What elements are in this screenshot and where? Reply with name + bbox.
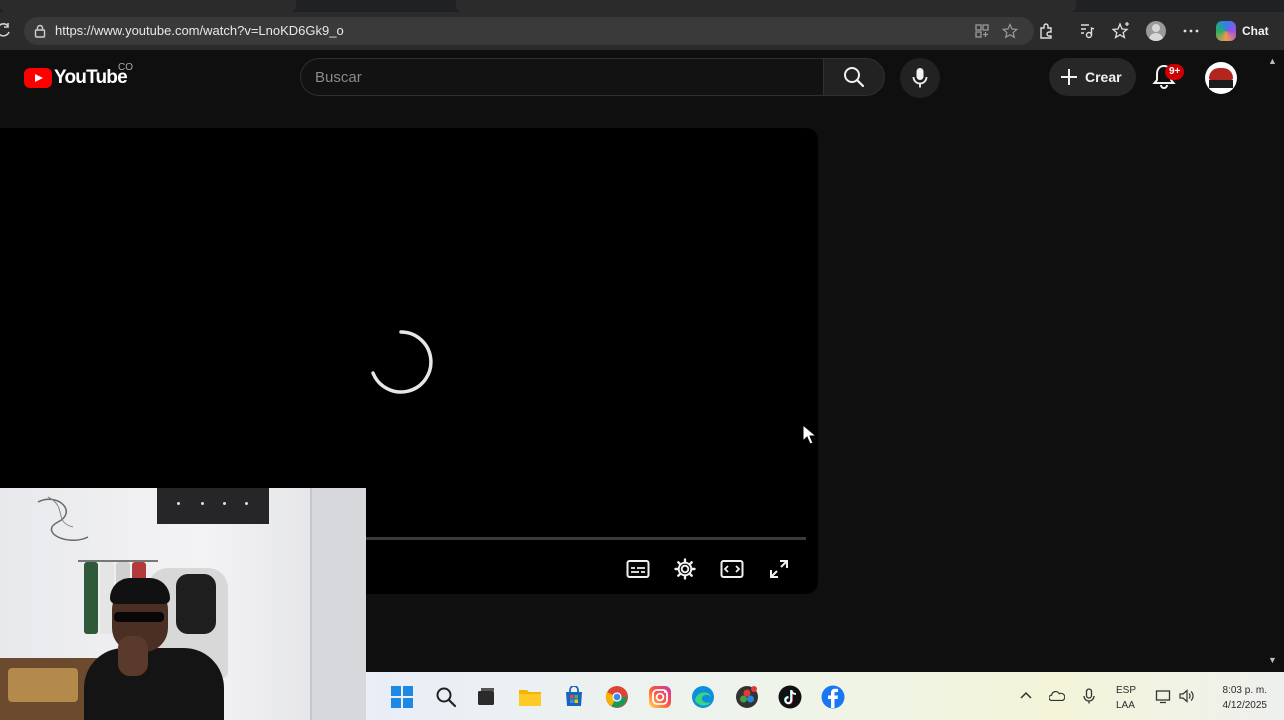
input-language[interactable]: ESP LAA — [1116, 683, 1136, 713]
search-icon[interactable] — [434, 685, 458, 709]
clock-time: 8:03 p. m. — [1222, 685, 1267, 696]
url-text[interactable]: https://www.youtube.com/watch?v=LnoKD6Gk… — [55, 23, 344, 38]
search-placeholder: Buscar — [315, 69, 362, 86]
youtube-header: YouTube CO Buscar Crear 9+ — [0, 50, 1284, 106]
youtube-play-icon — [24, 68, 52, 88]
browser-toolbar: https://www.youtube.com/watch?v=LnoKD6Gk… — [0, 12, 1284, 62]
system-clock[interactable]: 8:03 p. m. 4/12/2025 — [1207, 683, 1268, 713]
show-hidden-icons-chevron-icon[interactable] — [1018, 688, 1034, 704]
theater-mode-icon — [720, 560, 744, 578]
lock-icon[interactable] — [32, 23, 48, 39]
fullscreen-button[interactable] — [766, 556, 792, 582]
notification-badge: 9+ — [1165, 64, 1185, 80]
network-icon[interactable] — [1155, 688, 1171, 704]
video-progress-bar[interactable] — [366, 537, 806, 540]
copilot-icon — [1216, 21, 1236, 41]
mouse-cursor-icon — [802, 424, 818, 445]
favorites-icon[interactable] — [1111, 21, 1131, 41]
reload-icon[interactable] — [0, 22, 12, 38]
volume-icon[interactable] — [1178, 688, 1194, 704]
voice-search-button[interactable] — [900, 58, 940, 98]
plus-icon — [1061, 69, 1077, 85]
favorite-star-icon[interactable] — [1001, 23, 1019, 39]
lang-line-2: LAA — [1116, 700, 1135, 711]
onedrive-icon[interactable] — [1049, 688, 1065, 704]
profile-icon[interactable] — [1146, 21, 1166, 41]
clock-date: 4/12/2025 — [1222, 700, 1268, 711]
instagram-icon[interactable] — [648, 685, 672, 709]
youtube-logo[interactable]: YouTube CO — [24, 62, 133, 90]
wall-sign — [157, 488, 269, 524]
davinci-resolve-icon[interactable] — [735, 685, 759, 709]
settings-icon — [674, 558, 696, 580]
scroll-down-arrow-icon[interactable]: ▼ — [1268, 655, 1277, 665]
settings-button[interactable] — [672, 556, 698, 582]
screen: https://www.youtube.com/watch?v=LnoKD6Gk… — [0, 0, 1284, 720]
search-input[interactable]: Buscar — [300, 58, 824, 96]
search-icon — [844, 67, 865, 88]
facebook-icon[interactable] — [821, 685, 845, 709]
windows-start-icon[interactable] — [390, 685, 414, 709]
lang-line-1: ESP — [1116, 685, 1137, 696]
subtitles-button[interactable] — [625, 556, 651, 582]
address-bar[interactable]: https://www.youtube.com/watch?v=LnoKD6Gk… — [24, 17, 1034, 45]
search-button[interactable] — [823, 58, 885, 96]
country-code: CO — [118, 62, 133, 73]
tiktok-icon[interactable] — [778, 685, 802, 709]
browser-tab[interactable] — [456, 0, 1076, 12]
theater-mode-button[interactable] — [719, 556, 745, 582]
fullscreen-icon — [770, 560, 788, 578]
webcam-overlay — [0, 488, 366, 720]
extensions-icon[interactable] — [1036, 21, 1056, 41]
logo-text: YouTube — [54, 67, 128, 88]
microphone-tray-icon[interactable] — [1081, 688, 1097, 704]
read-aloud-icon[interactable] — [1076, 21, 1096, 41]
microphone-icon — [912, 68, 928, 88]
subtitles-icon — [626, 560, 650, 578]
task-view-icon[interactable] — [474, 685, 498, 709]
browser-tab-strip — [0, 0, 1284, 12]
loading-spinner-icon — [371, 330, 433, 394]
avatar[interactable] — [1205, 62, 1237, 94]
copilot-chat-button[interactable]: Chat — [1212, 17, 1284, 45]
app-available-icon[interactable] — [974, 23, 990, 39]
microsoft-store-icon[interactable] — [562, 685, 586, 709]
wall-art — [37, 496, 89, 542]
chat-label: Chat — [1242, 24, 1269, 38]
file-explorer-icon[interactable] — [518, 685, 542, 709]
browser-tab[interactable] — [0, 0, 296, 12]
create-button[interactable]: Crear — [1049, 58, 1136, 96]
create-label: Crear — [1085, 69, 1122, 85]
scroll-up-arrow-icon[interactable]: ▲ — [1268, 56, 1277, 66]
more-icon[interactable] — [1181, 21, 1201, 41]
chrome-icon[interactable] — [605, 685, 629, 709]
edge-icon[interactable] — [691, 685, 715, 709]
